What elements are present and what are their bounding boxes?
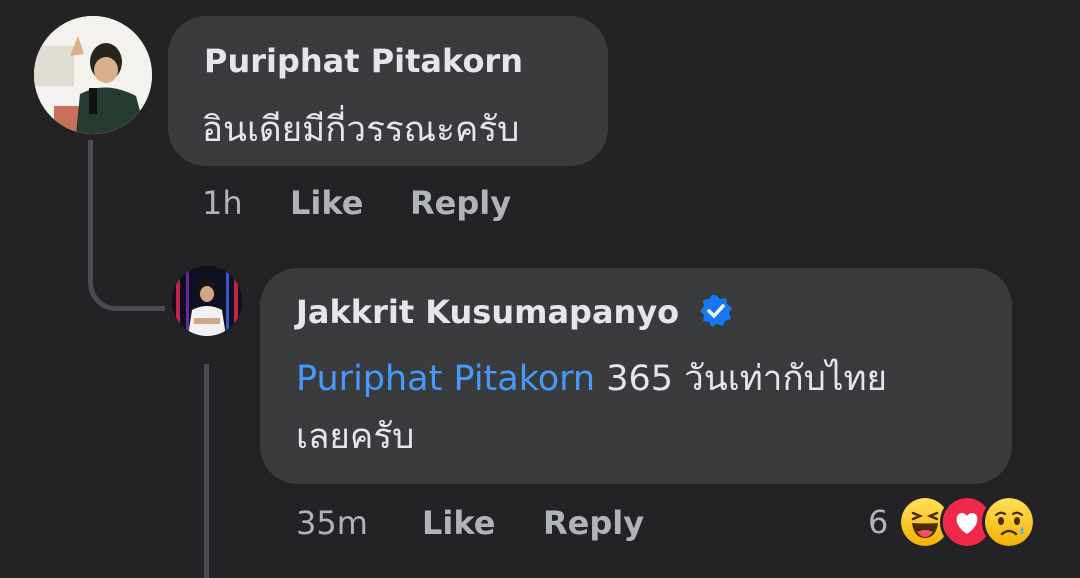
reply-text-line-1: 365 วันเท่ากับไทย	[606, 359, 888, 399]
thread-connector	[88, 140, 165, 311]
reply-text-line-2: เลยครับ	[296, 417, 415, 457]
reply-button[interactable]: Reply	[543, 504, 644, 542]
avatar[interactable]	[172, 266, 242, 336]
reply-bubble: Jakkrit Kusumapanyo Puriphat Pitakorn 36…	[260, 268, 1012, 484]
comment-bubble: Puriphat Pitakorn อินเดียมีกี่วรรณะครับ	[168, 16, 608, 166]
verified-badge-icon	[700, 295, 732, 327]
like-button[interactable]: Like	[290, 184, 363, 222]
mention-link[interactable]: Puriphat Pitakorn	[296, 359, 595, 399]
avatar-photo	[34, 16, 152, 134]
reply-author[interactable]: Jakkrit Kusumapanyo	[296, 293, 679, 331]
comment-text: อินเดียมีกี่วรรณะครับ	[202, 110, 520, 150]
reaction-count: 6	[868, 503, 889, 541]
sad-icon	[982, 495, 1037, 549]
reply-text: Puriphat Pitakorn 365 วันเท่ากับไทย เลยค…	[296, 350, 887, 466]
comment-time[interactable]: 1h	[202, 184, 243, 222]
avatar-photo	[172, 266, 242, 336]
reactions-summary[interactable]: 6	[868, 494, 1037, 550]
reply-button[interactable]: Reply	[410, 184, 511, 222]
thread-line	[204, 364, 209, 578]
like-button[interactable]: Like	[422, 504, 495, 542]
reply-time[interactable]: 35m	[296, 504, 368, 542]
avatar[interactable]	[34, 16, 152, 134]
comment-author[interactable]: Puriphat Pitakorn	[204, 42, 523, 80]
